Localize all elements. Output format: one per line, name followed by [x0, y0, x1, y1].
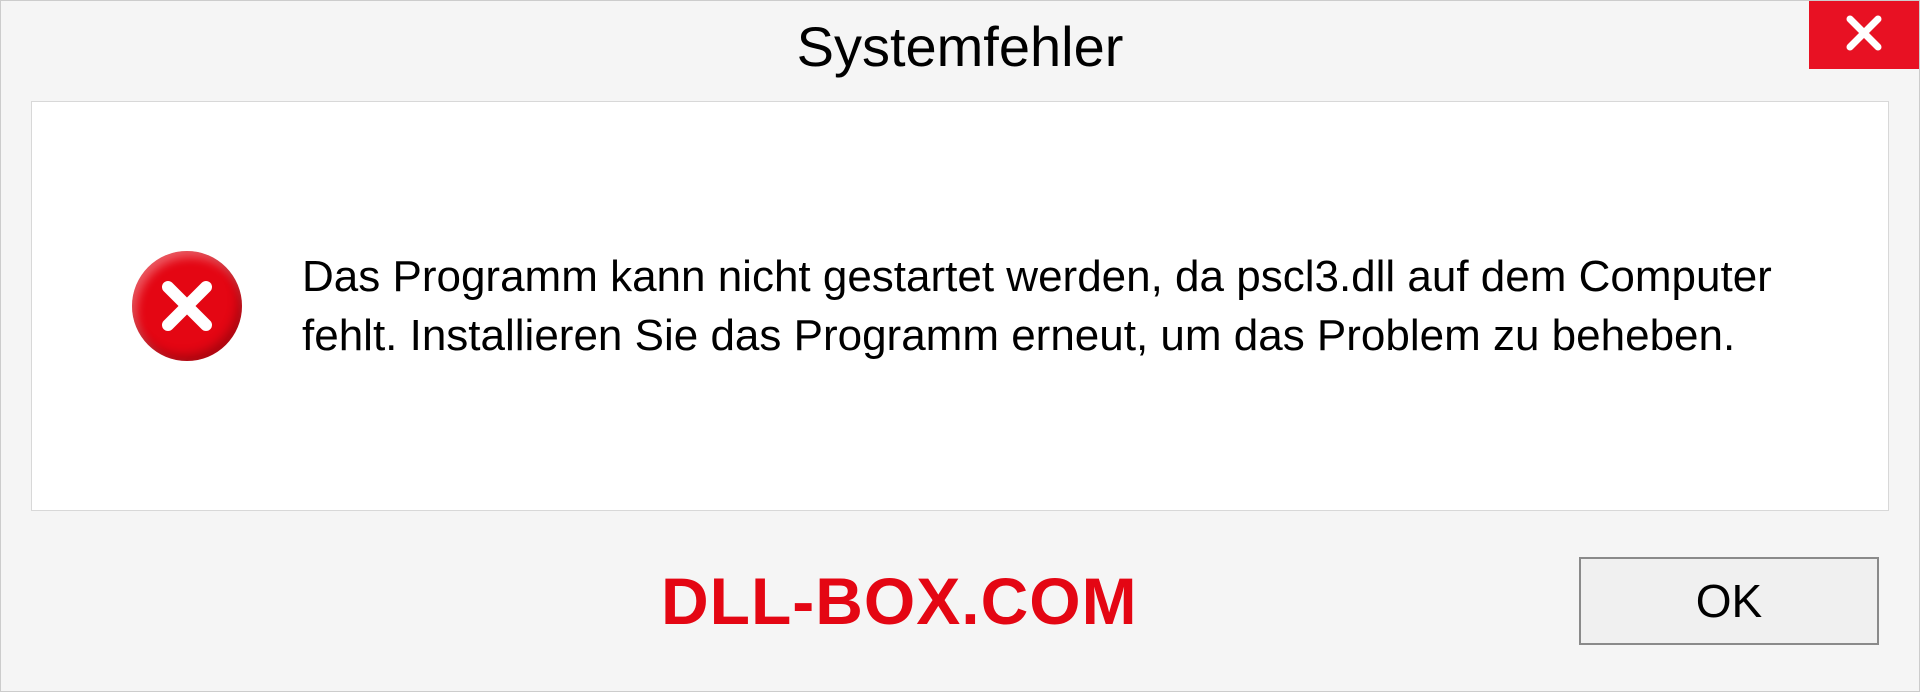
error-icon — [132, 251, 242, 361]
content-area: Das Programm kann nicht gestartet werden… — [31, 101, 1889, 511]
titlebar: Systemfehler — [1, 1, 1919, 91]
dialog-title: Systemfehler — [797, 14, 1124, 79]
close-icon — [1844, 13, 1884, 58]
close-button[interactable] — [1809, 1, 1919, 69]
error-message: Das Programm kann nicht gestartet werden… — [302, 247, 1798, 366]
dialog-footer: DLL-BOX.COM OK — [1, 541, 1919, 691]
ok-button[interactable]: OK — [1579, 557, 1879, 645]
watermark-text: DLL-BOX.COM — [661, 563, 1138, 639]
error-dialog: Systemfehler Das Programm kann nicht ges… — [0, 0, 1920, 692]
